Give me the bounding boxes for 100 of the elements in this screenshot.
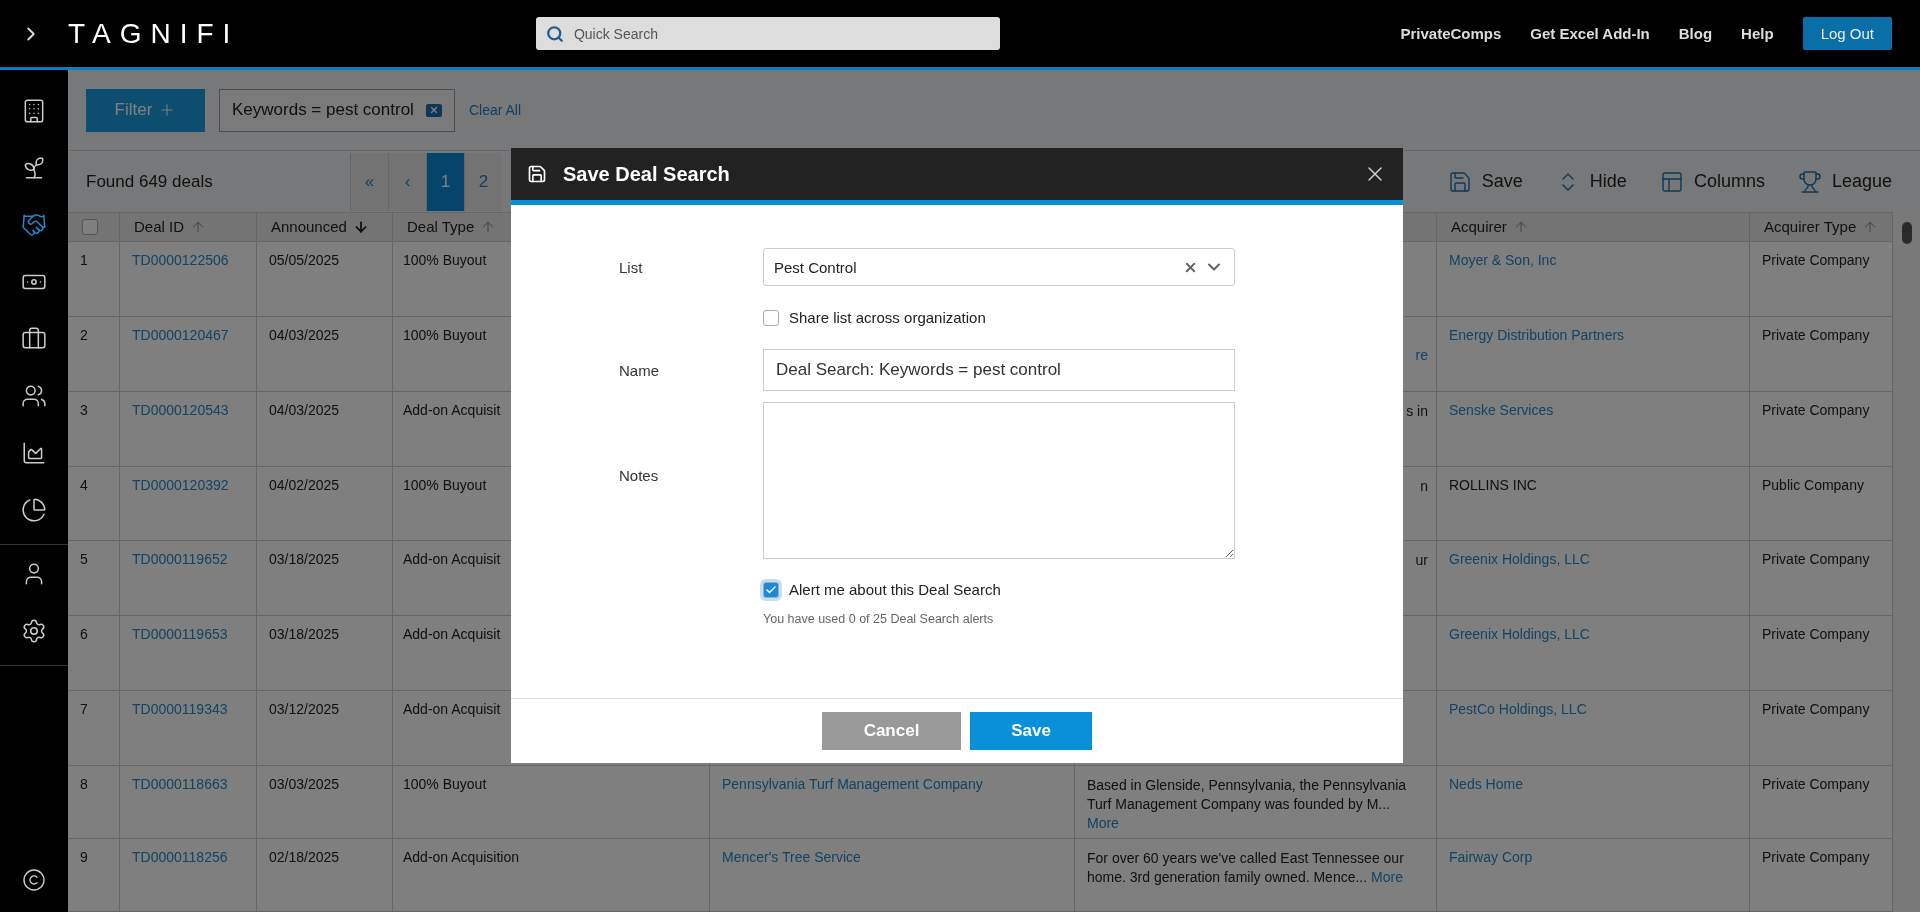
filter-button[interactable]: Filter <box>86 88 205 132</box>
trophy-icon <box>1797 169 1822 194</box>
acquirer-link[interactable]: Senske Services <box>1449 401 1554 418</box>
description-text: Based in Glenside, Pennsylvania, the Pennsylvania Turf Management Company was founded by M... More <box>1087 776 1408 834</box>
acquirer-type-text: Private Company <box>1762 251 1870 268</box>
date-text: 03/03/2025 <box>269 776 340 793</box>
acquirer-type-text: Private Company <box>1762 701 1870 718</box>
more-link[interactable]: More <box>1087 815 1119 832</box>
columns-icon <box>1659 169 1684 194</box>
deal-id-link[interactable]: TD0000120392 <box>132 476 229 493</box>
nav-link[interactable]: Help <box>1741 25 1774 42</box>
copyright-icon <box>22 868 46 892</box>
acquirer-type-text: Private Company <box>1762 326 1870 343</box>
field-label: Notes <box>619 466 660 484</box>
acquirer-link[interactable]: Greenix Holdings, LLC <box>1449 551 1590 568</box>
select-all-checkbox[interactable] <box>82 218 98 235</box>
target-link[interactable]: Mencer's Tree Service <box>722 849 861 866</box>
acquirer-link[interactable]: Fairway Corp <box>1449 849 1533 866</box>
deal-id-link[interactable]: TD0000119653 <box>132 626 228 643</box>
column-header[interactable]: Acquirer <box>1437 213 1750 242</box>
acquirer-text: ROLLINS INC <box>1449 476 1537 493</box>
acquirer-link[interactable]: Greenix Holdings, LLC <box>1449 626 1590 643</box>
alerts-usage-text: You have used 0 of 25 Deal Search alerts <box>763 612 995 626</box>
row-number: 3 <box>80 401 88 418</box>
columns-button[interactable]: Columns <box>1659 169 1765 194</box>
column-header[interactable]: Deal ID <box>120 213 257 242</box>
description-text: s in <box>1406 401 1428 421</box>
description-text: ur <box>1415 551 1428 571</box>
logout-button[interactable]: Log Out <box>1802 17 1892 50</box>
list-select[interactable]: Pest Control <box>763 248 1235 286</box>
deal-id-link[interactable]: TD0000118663 <box>132 776 228 793</box>
notes-field[interactable] <box>763 402 1235 559</box>
target-link[interactable]: Pennsylvania Turf Management Company <box>722 776 983 793</box>
acquirer-type-text: Private Company <box>1762 849 1870 866</box>
close-icon <box>428 105 439 115</box>
row-number: 8 <box>80 776 88 793</box>
deal-type-text: Add-on Acquisit <box>403 551 501 568</box>
row-number: 7 <box>80 701 88 718</box>
deal-id-link[interactable]: TD0000119652 <box>132 551 228 568</box>
deal-type-text: Add-on Acquisit <box>403 401 501 418</box>
date-text: 03/12/2025 <box>269 701 340 718</box>
page-button[interactable]: 2 <box>464 152 502 211</box>
page-button[interactable]: « <box>350 152 388 211</box>
cancel-button[interactable]: Cancel <box>822 712 961 750</box>
field-label: List <box>619 258 644 276</box>
description-text: For over 60 years we've called East Tennessee our home. 3rd generation family owned. Mence... More <box>1087 849 1405 888</box>
acquirer-type-text: Private Company <box>1762 776 1870 793</box>
date-text: 02/18/2025 <box>269 849 340 866</box>
save-button[interactable]: Save <box>970 712 1092 750</box>
search-field[interactable]: Quick Search <box>535 17 1000 50</box>
remove-button[interactable] <box>425 103 442 117</box>
deal-id-link[interactable]: TD0000119343 <box>132 701 228 718</box>
description-text: n <box>1420 476 1428 496</box>
hide-button[interactable]: Hide <box>1555 169 1627 194</box>
deal-id-link[interactable]: TD0000120467 <box>132 326 229 343</box>
acquirer-type-text: Private Company <box>1762 626 1870 643</box>
deal-type-text: 100% Buyout <box>403 326 487 343</box>
search-icon <box>545 25 564 43</box>
checkbox[interactable] <box>763 581 779 598</box>
nav-link[interactable]: Get Excel Add-In <box>1530 25 1650 42</box>
acquirer-link[interactable]: PestCo Holdings, LLC <box>1449 701 1587 718</box>
results-count: Found 649 deals <box>85 171 214 192</box>
deal-id-link[interactable]: TD0000118256 <box>132 849 228 866</box>
name-field[interactable]: Deal Search: Keywords = pest control <box>763 349 1235 391</box>
row-number: 1 <box>80 251 88 268</box>
save-button[interactable]: Save <box>1447 169 1523 194</box>
page-button[interactable]: ‹ <box>388 152 426 211</box>
checkbox-label: Alert me about this Deal Search <box>789 581 1001 598</box>
pie-chart-icon <box>21 496 47 523</box>
deal-id-link[interactable]: TD0000122506 <box>132 251 229 268</box>
date-text: 03/18/2025 <box>269 551 340 568</box>
acquirer-link[interactable]: Energy Distribution Partners <box>1449 326 1625 343</box>
acquirer-type-text: Public Company <box>1762 476 1864 493</box>
date-text: 05/05/2025 <box>269 251 340 268</box>
more-link[interactable]: More <box>1371 869 1403 886</box>
save-icon <box>1447 169 1472 194</box>
column-header[interactable]: Announced <box>257 213 393 242</box>
row-number: 2 <box>80 326 88 343</box>
handshake-icon <box>21 211 47 238</box>
acquirer-link[interactable]: Neds Home <box>1449 776 1523 793</box>
deal-type-text: Add-on Acquisit <box>403 626 501 643</box>
deal-id-link[interactable]: TD0000120543 <box>132 401 229 418</box>
acquirer-type-text: Private Company <box>1762 551 1870 568</box>
row-number: 4 <box>80 476 88 493</box>
date-text: 04/03/2025 <box>269 401 340 418</box>
acquirer-type-text: Private Company <box>1762 401 1870 418</box>
deal-type-text: Add-on Acquisition <box>403 849 519 866</box>
date-text: 04/03/2025 <box>269 326 340 343</box>
clear-all-link[interactable]: Clear All <box>468 102 522 118</box>
page-button[interactable]: 1 <box>426 152 464 211</box>
field-label: Name <box>619 361 660 379</box>
checkbox[interactable] <box>763 309 779 326</box>
more-link[interactable]: re <box>1415 346 1428 363</box>
nav-link[interactable]: Blog <box>1678 25 1713 42</box>
deal-type-text: Add-on Acquisit <box>403 701 501 718</box>
checkbox-label: Share list across organization <box>789 309 986 326</box>
league-button[interactable]: League <box>1797 169 1892 194</box>
acquirer-link[interactable]: Moyer & Son, Inc <box>1449 251 1557 268</box>
deal-type-text: 100% Buyout <box>403 776 487 793</box>
nav-link[interactable]: PrivateComps <box>1400 25 1502 42</box>
